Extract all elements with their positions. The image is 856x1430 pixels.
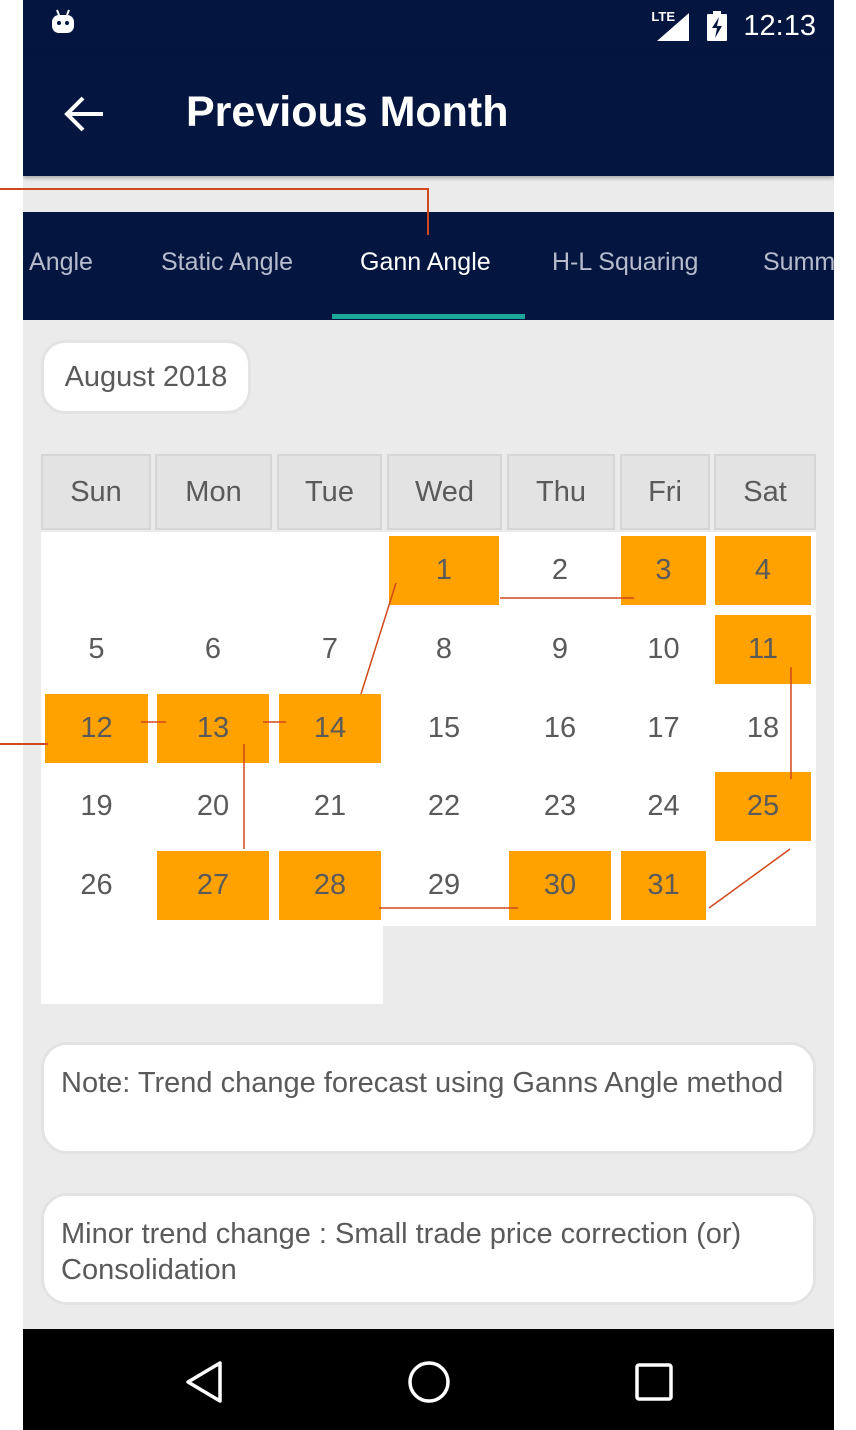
status-time: 12:13 bbox=[743, 9, 816, 42]
tab-h-l-squaring[interactable]: H-L Squaring bbox=[552, 248, 698, 277]
app-bar: Previous Month bbox=[23, 52, 834, 176]
tab-static-angle[interactable]: Static Angle bbox=[161, 248, 293, 277]
month-label[interactable]: August 2018 bbox=[41, 340, 251, 414]
android-icon bbox=[52, 9, 74, 33]
status-bar: LTE 12:13 bbox=[23, 0, 834, 52]
nav-back-icon[interactable] bbox=[182, 1359, 228, 1405]
tab-gann-angle[interactable]: Gann Angle bbox=[360, 248, 491, 277]
note-minor-trend: Minor trend change : Small trade price c… bbox=[41, 1193, 816, 1305]
device-screen: LTE 12:13 Previous Month Calendar Angle … bbox=[23, 0, 834, 1430]
note-forecast-method: Note: Trend change forecast using Ganns … bbox=[41, 1042, 816, 1154]
status-right-group: LTE 12:13 bbox=[651, 6, 816, 46]
tab-calendar-angle[interactable]: Calendar Angle bbox=[23, 248, 93, 277]
nav-recents-icon[interactable] bbox=[631, 1359, 677, 1405]
calendar-grid: Sun Mon Tue Wed Thu Fri Sat 1 2 3 4 5 6 7 8 9 10 1… bbox=[41, 454, 816, 1006]
tab-bar: Calendar Angle Static Angle Gann Angle H… bbox=[23, 212, 834, 320]
nav-home-icon[interactable] bbox=[406, 1359, 452, 1405]
tab-indicator bbox=[332, 314, 525, 319]
gann-angle-lines bbox=[141, 582, 792, 909]
back-arrow-icon[interactable] bbox=[63, 94, 107, 134]
tab-summary[interactable]: Summary bbox=[763, 248, 834, 277]
battery-charging-icon bbox=[707, 11, 728, 41]
lte-signal-icon: LTE bbox=[651, 9, 691, 43]
page-title: Previous Month bbox=[186, 88, 509, 136]
navigation-bar bbox=[23, 1329, 834, 1430]
